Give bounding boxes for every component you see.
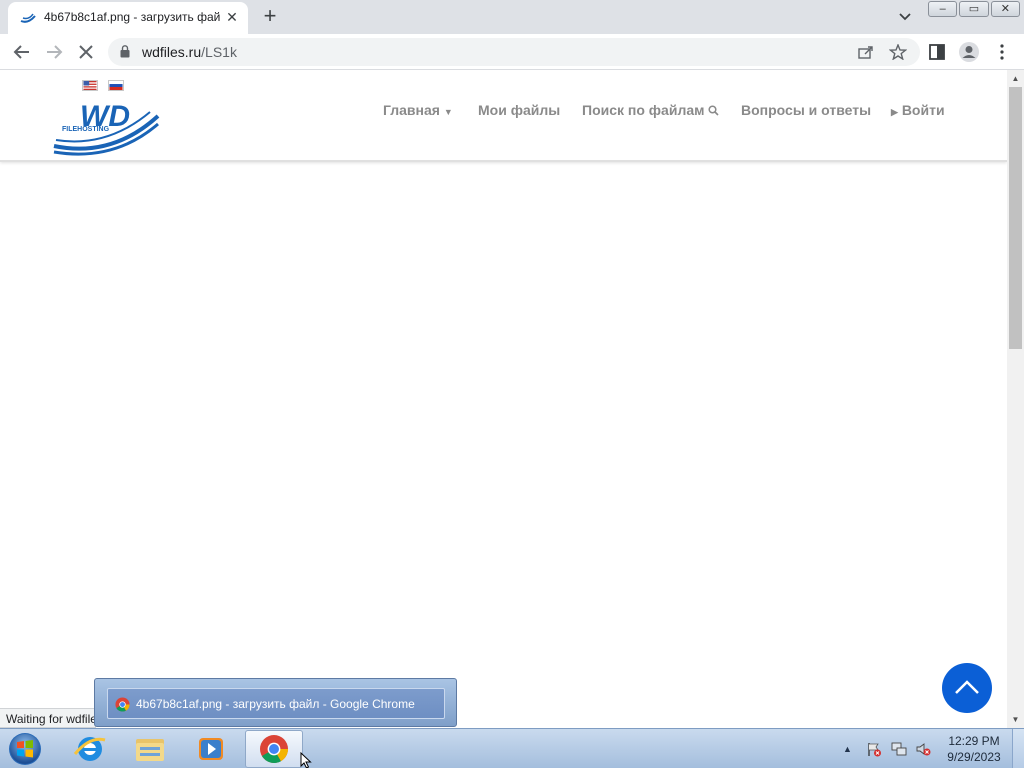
lock-icon[interactable] [120, 45, 130, 58]
start-button[interactable] [5, 731, 45, 767]
back-arrow-icon[interactable] [10, 40, 34, 64]
scroll-thumb[interactable] [1009, 87, 1022, 349]
site-logo[interactable]: WD FILEHOSTING [52, 96, 162, 158]
stop-icon[interactable] [74, 40, 98, 64]
minimize-button[interactable]: ‒ [928, 1, 958, 17]
new-tab-button[interactable]: + [258, 5, 282, 29]
clock-time: 12:29 PM [948, 734, 1000, 748]
close-window-button[interactable]: ✕ [990, 1, 1020, 17]
media-player-icon [199, 738, 223, 760]
tab-strip: 4b67b8c1af.png - загрузить фай ✕ + ‒ ▭ ✕ [0, 0, 1024, 34]
caret-down-icon: ▼ [443, 107, 453, 117]
url-path: /LS1k [201, 44, 237, 60]
window-controls: ‒ ▭ ✕ [928, 1, 1020, 19]
status-bubble: Waiting for wdfiles.ru... [0, 708, 96, 728]
logo-subtext: FILEHOSTING [62, 126, 110, 133]
action-center-flag-icon[interactable] [866, 741, 882, 757]
caret-right-icon: ▶ [891, 107, 898, 117]
english-flag-icon[interactable] [82, 80, 98, 91]
url-text: wdfiles.ru/LS1k [142, 44, 237, 60]
menu-kebab-icon[interactable] [991, 41, 1013, 63]
taskbar-internet-explorer[interactable] [61, 730, 119, 768]
browser-tab[interactable]: 4b67b8c1af.png - загрузить фай ✕ [8, 2, 248, 34]
search-icon [708, 105, 719, 116]
wd-logo-icon [20, 13, 36, 23]
browser-toolbar: wdfiles.ru/LS1k [0, 34, 1024, 70]
screen: 4b67b8c1af.png - загрузить фай ✕ + ‒ ▭ ✕ [0, 0, 1024, 768]
taskbar-thumbnail-popup: 4b67b8c1af.png - загрузить файл - Google… [94, 678, 457, 727]
scroll-to-top-button[interactable] [942, 663, 992, 713]
chevron-up-icon [955, 680, 979, 694]
network-icon[interactable] [891, 741, 907, 757]
maximize-button[interactable]: ▭ [959, 1, 989, 17]
nav-home-label: Главная [383, 102, 440, 118]
nav-search-label: Поиск по файлам [582, 102, 705, 118]
clock-date: 9/29/2023 [947, 750, 1001, 764]
mouse-cursor-icon [300, 752, 312, 768]
taskbar-file-explorer[interactable] [121, 730, 179, 768]
taskbar-clock[interactable]: 12:29 PM 9/29/2023 [942, 733, 1006, 765]
taskbar-media-player[interactable] [182, 730, 240, 768]
bookmark-star-icon[interactable] [889, 44, 907, 60]
volume-muted-icon[interactable] [915, 741, 931, 757]
tab-close-icon[interactable]: ✕ [224, 9, 240, 25]
chrome-icon [260, 735, 289, 764]
tab-search-chevron-icon[interactable] [895, 8, 915, 26]
nav-my-files[interactable]: Мои файлы [478, 102, 560, 118]
internet-explorer-icon [73, 737, 106, 761]
chrome-icon [115, 697, 130, 712]
forward-arrow-icon[interactable] [42, 40, 66, 64]
system-tray: ▲ [843, 729, 943, 768]
vertical-scrollbar[interactable]: ▲ ▼ [1007, 70, 1024, 728]
share-icon[interactable] [857, 44, 875, 60]
show-hidden-icons-icon[interactable]: ▲ [843, 741, 859, 757]
web-page: WD FILEHOSTING Главная ▼ Мои файлы Поиск… [0, 70, 1007, 728]
address-bar[interactable]: wdfiles.ru/LS1k [108, 38, 920, 66]
scroll-down-arrow-icon[interactable]: ▼ [1007, 711, 1024, 728]
nav-home[interactable]: Главная ▼ [383, 102, 453, 118]
side-panel-icon[interactable] [926, 41, 948, 63]
nav-search[interactable]: Поиск по файлам [582, 102, 719, 118]
nav-faq-label: Вопросы и ответы [741, 102, 872, 118]
nav-login-label: Войти [901, 102, 945, 118]
nav-my-files-label: Мои файлы [478, 102, 561, 118]
show-desktop-button[interactable] [1012, 729, 1024, 768]
scroll-up-arrow-icon[interactable]: ▲ [1007, 70, 1024, 87]
tab-title: 4b67b8c1af.png - загрузить фай [44, 10, 220, 24]
profile-avatar-icon[interactable] [958, 41, 980, 63]
windows-taskbar: ▲ 12:29 PM 9/29/2023 [0, 728, 1024, 768]
thumbnail-title: 4b67b8c1af.png - загрузить файл - Google… [136, 697, 415, 711]
file-explorer-icon [136, 739, 164, 761]
site-header: WD FILEHOSTING Главная ▼ Мои файлы Поиск… [0, 70, 1007, 162]
thumbnail-window-entry[interactable]: 4b67b8c1af.png - загрузить файл - Google… [107, 688, 445, 719]
taskbar-chrome[interactable] [245, 730, 303, 768]
russian-flag-icon[interactable] [108, 80, 124, 91]
url-host: wdfiles.ru [142, 44, 202, 60]
nav-faq[interactable]: Вопросы и ответы [741, 102, 871, 118]
nav-login[interactable]: ▶ Войти [891, 102, 945, 118]
